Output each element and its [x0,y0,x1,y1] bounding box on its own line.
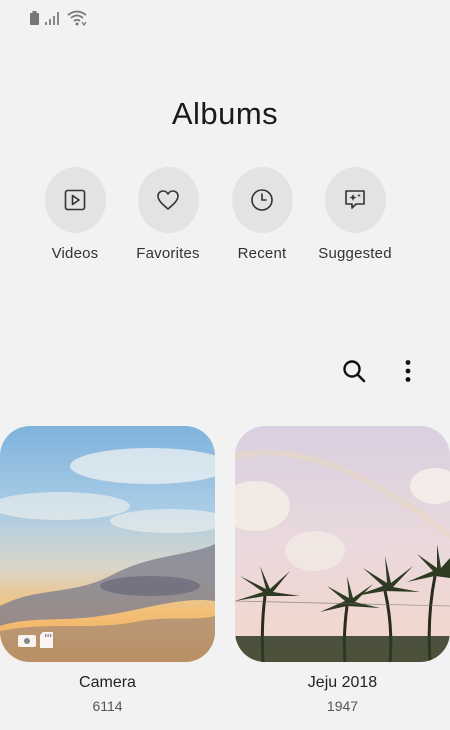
page-title: Albums [171,96,279,131]
quick-access-circle [44,167,106,233]
album-card-jeju-2018[interactable]: Jeju 2018 1947 [235,426,450,714]
device-storage-icon [18,635,36,647]
search-icon [343,360,366,383]
clock-icon [251,189,273,211]
quick-access-circle [137,167,199,233]
signal-icon [45,12,59,25]
quick-access-favorites[interactable]: Favorites [118,167,218,262]
status-bar [30,8,87,28]
sky-photo [0,426,215,662]
more-options-button[interactable] [392,355,424,387]
video-icon [64,189,86,211]
quick-access-label: Recent [237,245,287,262]
album-thumbnail [0,426,215,662]
quick-access-circle [231,167,293,233]
quick-access-videos[interactable]: Videos [25,167,125,262]
quick-access-circle [324,167,386,233]
quick-access-label: Suggested [318,245,392,262]
palm-trees-photo [235,426,450,662]
quick-access-suggested[interactable]: Suggested [305,167,405,262]
more-options-icon [405,360,411,382]
album-name: Camera [79,674,136,691]
gallery-screen: Albums Videos Favorites Recent Suggested… [0,0,450,730]
quick-access-recent[interactable]: Recent [212,167,312,262]
album-card-camera[interactable]: Camera 6114 [0,426,215,714]
sparkle-chat-icon [345,190,365,209]
albums-toolbar [338,355,424,387]
wifi-icon [67,10,87,26]
quick-access-row: Videos Favorites Recent Suggested [0,167,450,277]
sd-card-icon [40,632,53,648]
storage-badges [18,632,53,648]
album-count: 1947 [326,698,359,714]
quick-access-label: Videos [51,245,99,262]
album-name: Jeju 2018 [307,674,378,691]
album-count: 6114 [92,698,123,714]
battery-icon [30,11,39,25]
quick-access-label: Favorites [136,245,200,262]
search-button[interactable] [338,355,370,387]
heart-icon [157,190,179,210]
album-thumbnail [235,426,450,662]
